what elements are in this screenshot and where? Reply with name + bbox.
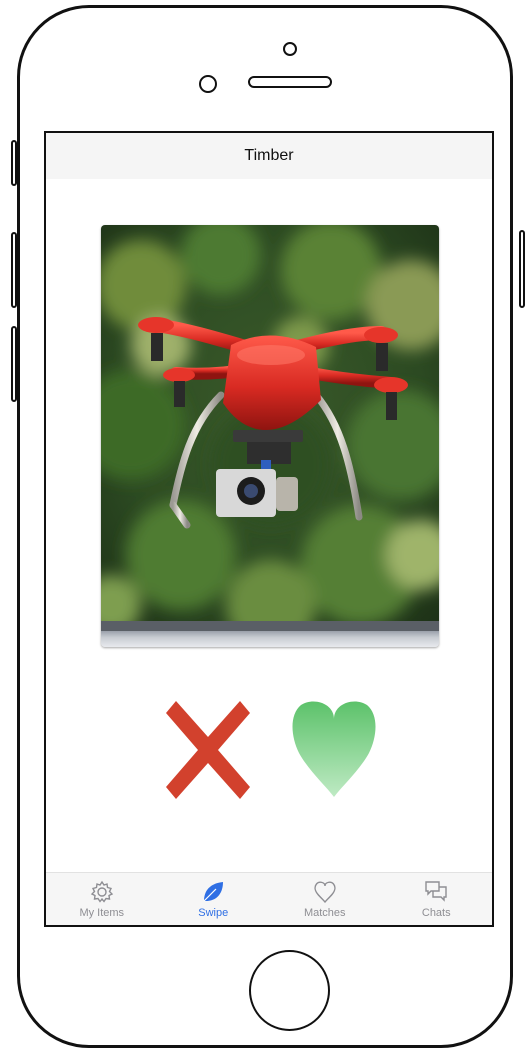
swipe-actions xyxy=(46,697,492,801)
tab-label: Chats xyxy=(421,907,451,919)
navigation-bar: Timber xyxy=(46,133,492,179)
gear-icon xyxy=(90,880,113,903)
like-button[interactable] xyxy=(291,697,377,799)
mute-switch xyxy=(11,140,17,186)
tab-label: My Items xyxy=(79,907,125,919)
chat-bubbles-icon xyxy=(425,881,447,902)
tab-my-items[interactable]: My Items xyxy=(46,873,158,925)
home-button[interactable] xyxy=(249,950,330,1031)
tab-label: Matches xyxy=(303,907,346,919)
tab-matches[interactable]: Matches xyxy=(269,873,381,925)
reject-button[interactable] xyxy=(166,701,250,799)
app-screen: Timber My Items Swipe Matches Chats xyxy=(44,131,494,927)
tab-bar: My Items Swipe Matches Chats xyxy=(46,872,492,925)
drone-photo xyxy=(101,225,439,631)
tab-swipe[interactable]: Swipe xyxy=(158,873,270,925)
proximity-sensor xyxy=(199,75,217,93)
heart-outline-icon xyxy=(314,881,336,904)
card-stack-edge xyxy=(101,631,439,647)
x-icon xyxy=(166,701,250,799)
tab-label: Swipe xyxy=(198,907,229,919)
volume-up-button xyxy=(11,232,17,308)
volume-down-button xyxy=(11,326,17,402)
tab-chats[interactable]: Chats xyxy=(381,873,493,925)
earpiece-speaker xyxy=(248,76,332,88)
page-title: Timber xyxy=(244,147,294,164)
front-camera xyxy=(283,42,297,56)
power-button xyxy=(519,230,525,308)
item-card[interactable] xyxy=(101,225,439,647)
heart-icon xyxy=(292,701,376,797)
leaf-icon xyxy=(203,882,224,902)
